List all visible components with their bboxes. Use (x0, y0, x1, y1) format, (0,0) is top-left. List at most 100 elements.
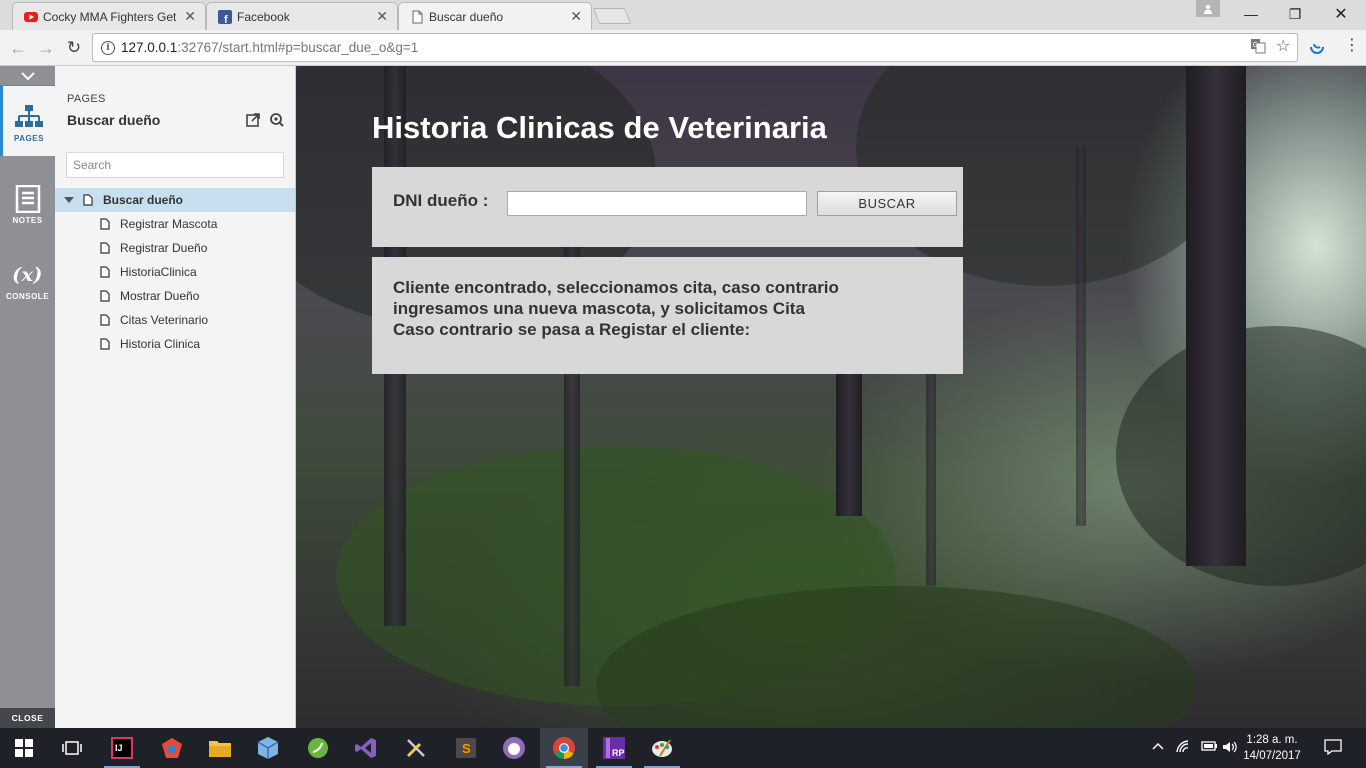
github-desktop-icon[interactable] (490, 728, 538, 768)
rail-label: NOTES (12, 215, 43, 225)
facebook-icon: f (218, 10, 232, 24)
close-tab-icon[interactable]: ✕ (184, 9, 196, 23)
open-new-window-icon[interactable] (245, 112, 261, 128)
axure-rp-icon[interactable]: RP (590, 728, 638, 768)
forward-icon[interactable]: → (34, 36, 58, 60)
close-window-icon[interactable]: ✕ (1318, 0, 1364, 28)
tree-item-mostrar-dueno[interactable]: Mostrar Dueño (55, 284, 295, 308)
close-tab-icon[interactable]: ✕ (376, 9, 388, 23)
svg-text:G: G (1253, 41, 1258, 49)
notifications-icon[interactable] (1324, 739, 1342, 758)
close-tab-icon[interactable]: ✕ (570, 9, 582, 23)
tab-strip: Cocky MMA Fighters Get ✕ f Facebook ✕ Bu… (0, 0, 1366, 31)
expand-arrow-icon[interactable] (64, 197, 74, 203)
wifi-icon[interactable] (1176, 740, 1192, 757)
tree-item-label: Citas Veterinario (120, 313, 209, 327)
svg-text:IJ: IJ (115, 743, 123, 753)
message-line: Cliente encontrado, seleccionamos cita, … (393, 278, 839, 297)
page-doc-icon (100, 242, 110, 254)
extension-icon[interactable] (1308, 38, 1326, 59)
axure-rail: PAGES NOTES (x) CONSOLE CLOSE (0, 66, 55, 728)
tab-buscar-dueno[interactable]: Buscar dueño ✕ (398, 2, 592, 31)
tray-chevron-icon[interactable] (1152, 740, 1164, 754)
map-pin-icon[interactable] (269, 112, 285, 128)
profile-icon[interactable] (1196, 0, 1220, 17)
site-info-icon[interactable]: i (101, 40, 115, 55)
buscar-button[interactable]: BUSCAR (817, 191, 957, 216)
page-doc-icon (83, 194, 93, 206)
tree-item-label: Registrar Mascota (120, 217, 218, 231)
current-page-title: Buscar dueño (67, 112, 161, 128)
page-heading: Historia Clinicas de Veterinaria (372, 110, 827, 145)
clock-time: 1:28 a. m. (1246, 734, 1298, 746)
tree-item-label: Registrar Dueño (120, 241, 208, 255)
tree-item-registrar-mascota[interactable]: Registrar Mascota (55, 212, 295, 236)
intellij-icon[interactable]: IJ (98, 728, 146, 768)
menu-icon[interactable]: ⋮ (1344, 35, 1360, 55)
minimize-icon[interactable]: — (1228, 0, 1274, 28)
svg-text:S: S (462, 741, 471, 756)
bookmark-star-icon[interactable]: ☆ (1276, 36, 1290, 56)
virtualbox-icon[interactable] (244, 728, 292, 768)
rail-console[interactable]: (x) CONSOLE (0, 244, 55, 314)
prototype-canvas: Historia Clinicas de Veterinaria DNI due… (296, 66, 1366, 728)
tree-item-label: HistoriaClinica (120, 265, 197, 279)
rail-notes[interactable]: NOTES (0, 168, 55, 238)
tree-item-label: Buscar dueño (103, 193, 184, 207)
collapse-chevron-icon[interactable] (0, 66, 55, 86)
tree-item-buscar-dueno[interactable]: Buscar dueño (55, 188, 295, 212)
search-owner-card: DNI dueño : BUSCAR (372, 167, 963, 247)
page-icon (412, 10, 423, 24)
tree-item-label: Mostrar Dueño (120, 289, 200, 303)
svg-text:f: f (224, 14, 228, 24)
taskbar: IJ S RP 1:28 a. m. 14/07/2017 (0, 728, 1366, 768)
tab-label: Cocky MMA Fighters Get (43, 9, 177, 24)
page-doc-icon (100, 314, 110, 326)
youtube-icon (24, 12, 38, 22)
rail-label: CONSOLE (5, 291, 50, 301)
translate-icon[interactable]: G (1250, 38, 1266, 57)
sublime-text-icon[interactable]: S (442, 728, 490, 768)
address-bar[interactable]: i 127.0.0.1:32767/start.html#p=buscar_du… (92, 33, 1298, 62)
page-search-input[interactable] (66, 152, 284, 178)
rail-label: PAGES (14, 133, 44, 143)
visual-studio-icon[interactable] (342, 728, 390, 768)
windows-start-icon[interactable] (0, 728, 48, 768)
notes-icon (15, 182, 41, 216)
close-panel-button[interactable]: CLOSE (0, 708, 55, 728)
info-message-card: Cliente encontrado, seleccionamos cita, … (372, 257, 963, 374)
task-view-icon[interactable] (48, 728, 96, 768)
file-explorer-icon[interactable] (196, 728, 244, 768)
spring-icon[interactable] (294, 728, 342, 768)
panel-caption: PAGES (67, 93, 106, 105)
dni-input[interactable] (507, 191, 807, 216)
pages-panel: PAGES Buscar dueño Buscar dueño Registra… (55, 66, 296, 728)
tab-label: Buscar dueño (429, 10, 504, 24)
tree-item-historiaclinica[interactable]: HistoriaClinica (55, 260, 295, 284)
restore-icon[interactable]: ❐ (1272, 0, 1318, 28)
tree-item-citas-veterinario[interactable]: Citas Veterinario (55, 308, 295, 332)
tree-item-registrar-dueno[interactable]: Registrar Dueño (55, 236, 295, 260)
tree-item-historia-clinica[interactable]: Historia Clinica (55, 332, 295, 356)
page-doc-icon (100, 290, 110, 302)
new-tab-button[interactable] (592, 8, 632, 24)
rail-pages[interactable]: PAGES (0, 86, 55, 156)
clion-icon[interactable] (148, 728, 196, 768)
battery-icon[interactable] (1200, 740, 1218, 755)
message-line: Caso contrario se pasa a Registar el cli… (393, 320, 751, 339)
variable-icon: (x) (12, 263, 43, 286)
tab-label: Facebook (237, 9, 290, 24)
back-icon[interactable]: ← (6, 36, 30, 60)
tab-facebook[interactable]: f Facebook ✕ (206, 2, 398, 30)
page-doc-icon (100, 338, 110, 350)
url-text: 127.0.0.1:32767/start.html#p=buscar_due_… (121, 40, 419, 55)
tools-icon[interactable] (392, 728, 440, 768)
paint-icon[interactable] (638, 728, 686, 768)
clock[interactable]: 1:28 a. m. 14/07/2017 (1236, 732, 1308, 764)
reload-icon[interactable]: ↻ (62, 36, 86, 60)
tab-youtube[interactable]: Cocky MMA Fighters Get ✕ (12, 2, 206, 30)
clock-date: 14/07/2017 (1243, 750, 1301, 762)
chrome-icon[interactable] (540, 728, 588, 768)
dni-label: DNI dueño : (393, 191, 489, 210)
svg-text:RP: RP (612, 748, 625, 758)
